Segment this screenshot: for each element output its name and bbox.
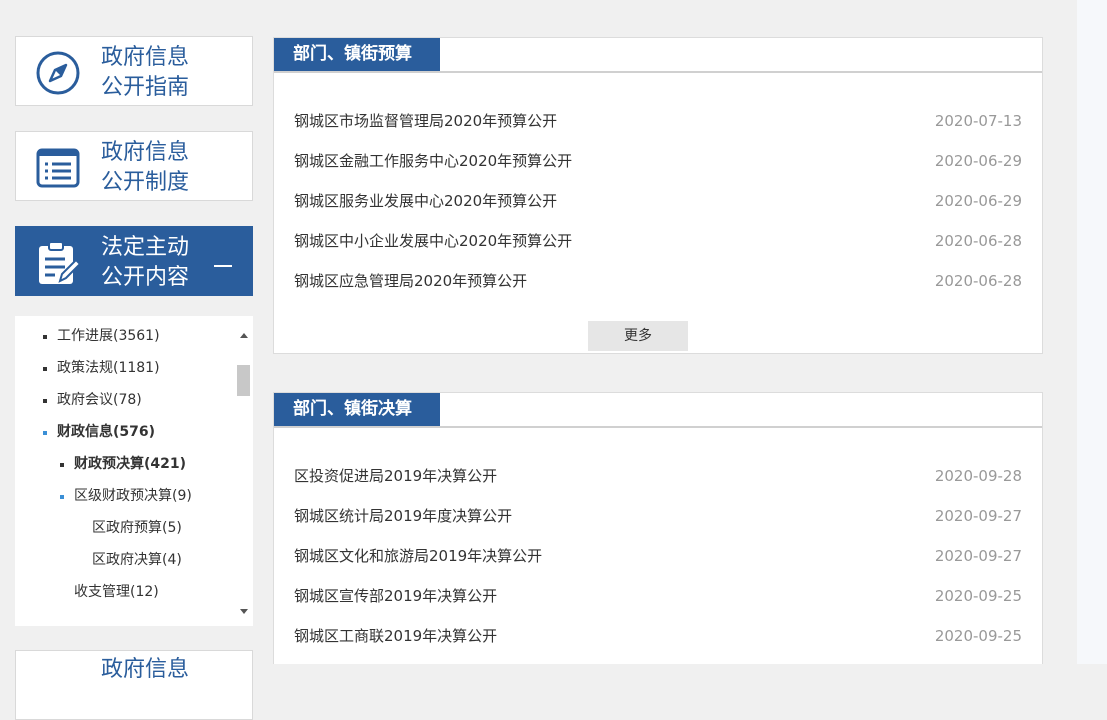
tree-item-policies[interactable]: 政策法规(1181) [43,358,160,378]
final-panel-header: 部门、镇街决算 [274,393,1042,428]
budget-panel-header: 部门、镇街预算 [274,38,1042,73]
final-panel: 部门、镇街决算 区投资促进局2019年决算公开 2020-09-28 钢城区统计局… [273,392,1043,664]
final-panel-title[interactable]: 部门、镇街决算 [274,393,440,426]
tree-item-gov-final[interactable]: 区政府决算(4) [92,550,182,570]
list-item[interactable]: 钢城区统计局2019年度决算公开 2020-09-27 [294,506,1022,526]
tree-item-work-progress[interactable]: 工作进展(3561) [43,326,160,346]
list-item[interactable]: 钢城区服务业发展中心2020年预算公开 2020-06-29 [294,191,1022,211]
list-item[interactable]: 钢城区中小企业发展中心2020年预算公开 2020-06-28 [294,231,1022,251]
budget-panel: 部门、镇街预算 钢城区市场监督管理局2020年预算公开 2020-07-13 钢城… [273,37,1043,354]
scroll-down-icon[interactable] [240,609,248,614]
list-item[interactable]: 钢城区文化和旅游局2019年决算公开 2020-09-27 [294,546,1022,566]
sidebar-card-statutory-label: 法定主动 公开内容 [101,235,190,290]
list-document-icon [36,148,80,188]
scroll-up-icon[interactable] [240,333,248,338]
more-button[interactable]: 更多 [588,321,688,351]
list-item[interactable]: 钢城区宣传部2019年决算公开 2020-09-25 [294,586,1022,606]
list-item[interactable]: 区投资促进局2019年决算公开 2020-09-28 [294,466,1022,486]
sidebar-card-partial[interactable]: 政府信息 [15,650,253,720]
sidebar-card-partial-label: 政府信息 [101,657,190,682]
tree-item-meetings[interactable]: 政府会议(78) [43,390,142,410]
tree-item-budget-final[interactable]: 财政预决算(421) [60,454,186,474]
sidebar-card-system[interactable]: 政府信息 公开制度 [15,131,253,201]
minus-icon[interactable] [214,265,232,267]
list-item[interactable]: 钢城区应急管理局2020年预算公开 2020-06-28 [294,271,1022,291]
tree-item-finance[interactable]: 财政信息(576) [43,422,155,442]
category-tree: 工作进展(3561) 政策法规(1181) 政府会议(78) 财政信息(576)… [15,316,253,626]
tree-item-district-budget[interactable]: 区级财政预决算(9) [60,486,192,506]
list-item[interactable]: 钢城区工商联2019年决算公开 2020-09-25 [294,626,1022,646]
tree-item-gov-budget[interactable]: 区政府预算(5) [92,518,182,538]
sidebar-card-system-label: 政府信息 公开制度 [101,140,190,195]
tree-scrollbar[interactable] [237,328,251,618]
page-right-strip [1077,0,1107,664]
compass-icon [36,51,80,95]
list-item[interactable]: 钢城区金融工作服务中心2020年预算公开 2020-06-29 [294,151,1022,171]
budget-panel-title[interactable]: 部门、镇街预算 [274,38,440,71]
sidebar-card-guide[interactable]: 政府信息 公开指南 [15,36,253,106]
list-item[interactable]: 钢城区市场监督管理局2020年预算公开 2020-07-13 [294,111,1022,131]
sidebar-card-statutory[interactable]: 法定主动 公开内容 [15,226,253,296]
scroll-thumb[interactable] [237,365,250,396]
clipboard-edit-icon [39,241,82,284]
sidebar-card-guide-label: 政府信息 公开指南 [101,45,190,100]
tree-item-revenue[interactable]: 收支管理(12) [74,582,159,602]
